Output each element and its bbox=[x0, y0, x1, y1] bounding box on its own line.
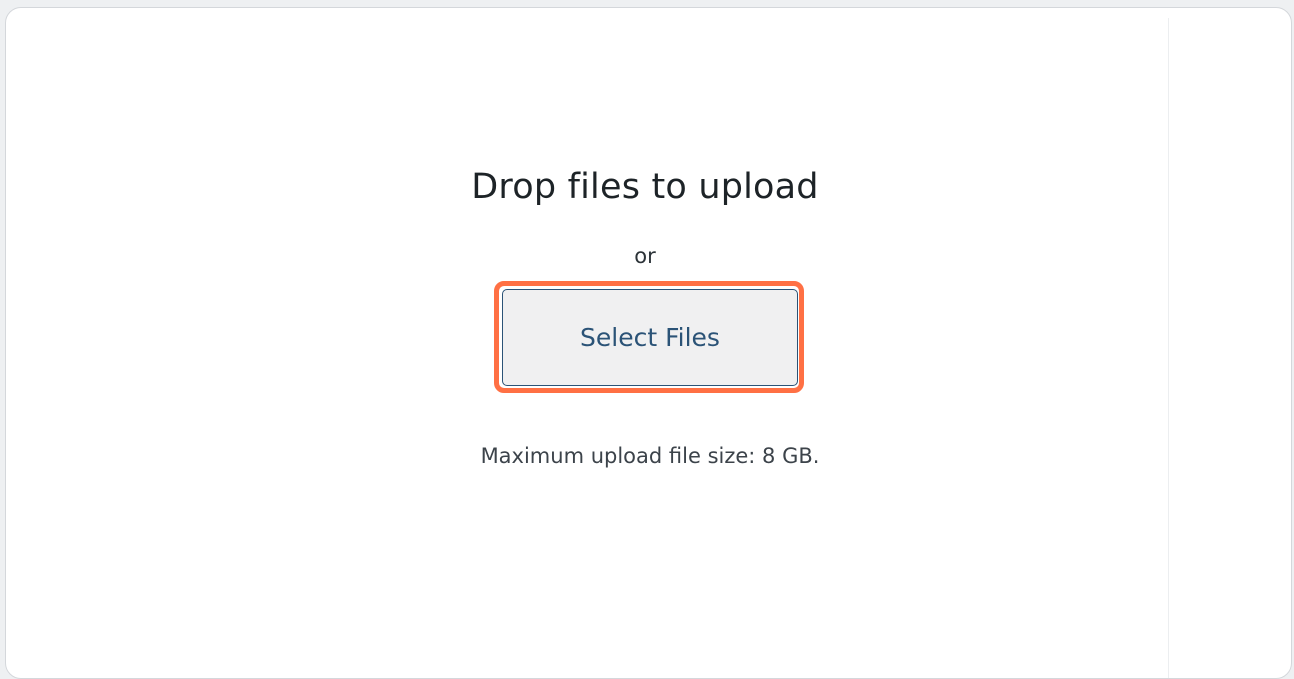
select-files-button[interactable]: Select Files bbox=[502, 289, 798, 386]
max-upload-size-note: Maximum upload file size: 8 GB. bbox=[480, 444, 820, 468]
or-separator: or bbox=[634, 244, 656, 268]
drop-files-heading: Drop files to upload bbox=[471, 167, 819, 207]
panel-divider bbox=[1168, 18, 1169, 678]
